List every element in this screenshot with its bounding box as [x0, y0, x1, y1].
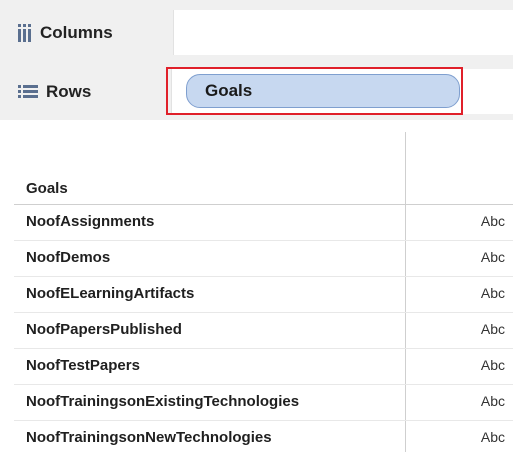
row-value: Abc [480, 429, 505, 445]
row-value: Abc [480, 321, 505, 337]
row-label: NoofDemos [26, 249, 111, 266]
table-row[interactable]: NoofELearningArtifacts Abc [14, 277, 513, 313]
row-label: NoofELearningArtifacts [26, 285, 195, 302]
goals-pill-label: Goals [205, 81, 253, 100]
data-table: Goals NoofAssignments Abc NoofDemos Abc Noof… [0, 120, 513, 452]
row-label: NoofPapersPublished [26, 321, 182, 338]
rows-shelf[interactable]: Rows Goals [8, 69, 513, 114]
column-header-goals: Goals [26, 180, 68, 197]
shelves-area: Columns Rows Goals [0, 0, 513, 120]
row-value: Abc [480, 357, 505, 373]
columns-shelf-label: Columns [40, 22, 113, 42]
table-row[interactable]: NoofDemos Abc [14, 241, 513, 277]
row-value: Abc [480, 249, 505, 265]
rows-shelf-label-container: Rows [8, 69, 172, 114]
row-value: Abc [480, 213, 505, 229]
row-label: NoofTestPapers [26, 357, 140, 374]
columns-shelf[interactable]: Columns [8, 10, 513, 55]
row-label: NoofAssignments [26, 213, 155, 230]
table-row[interactable]: NoofPapersPublished Abc [14, 313, 513, 349]
row-label: NoofTrainingsonNewTechnologies [26, 429, 272, 446]
row-value: Abc [480, 285, 505, 301]
columns-icon [18, 23, 32, 42]
rows-shelf-label: Rows [46, 81, 92, 101]
table-row[interactable]: NoofAssignments Abc [14, 205, 513, 241]
table-row[interactable]: NoofTrainingsonExistingTechnologies Abc [14, 385, 513, 421]
table-row[interactable]: NoofTestPapers Abc [14, 349, 513, 385]
columns-shelf-label-container: Columns [8, 10, 174, 55]
rows-icon [18, 84, 38, 99]
row-value: Abc [480, 393, 505, 409]
goals-pill[interactable]: Goals [186, 74, 460, 108]
row-label: NoofTrainingsonExistingTechnologies [26, 393, 300, 410]
